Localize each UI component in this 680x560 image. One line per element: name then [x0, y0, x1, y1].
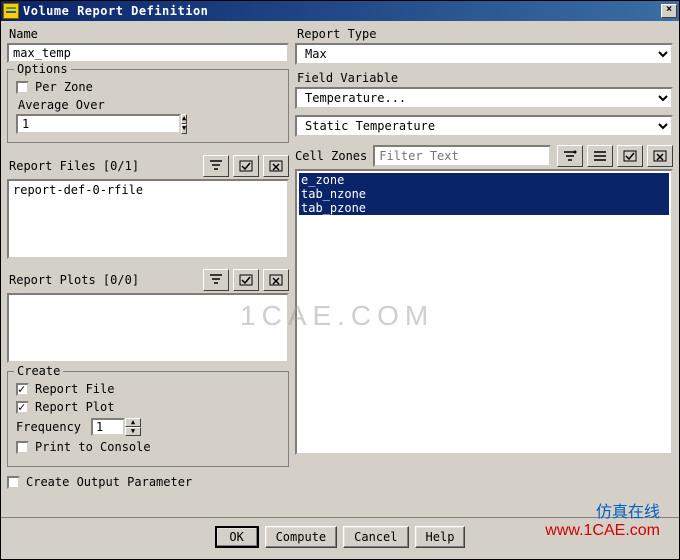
cell-zones-filter-input[interactable] [373, 145, 551, 167]
field-variable-label: Field Variable [297, 71, 673, 85]
cancel-button[interactable]: Cancel [343, 526, 408, 548]
report-plot-label: Report Plot [35, 400, 114, 414]
select-all-icon[interactable] [233, 269, 259, 291]
report-files-list[interactable]: report-def-0-rfile [7, 179, 289, 259]
compute-button[interactable]: Compute [265, 526, 338, 548]
window-title: Volume Report Definition [23, 4, 661, 18]
options-group: Options Per Zone Average Over ▲ ▼ [7, 69, 289, 143]
filter-options-icon[interactable] [557, 145, 583, 167]
ok-button[interactable]: OK [215, 526, 259, 548]
per-zone-label: Per Zone [35, 80, 93, 94]
frequency-input[interactable] [91, 418, 125, 436]
report-files-label: Report Files [0/1] [9, 159, 203, 173]
report-file-checkbox[interactable] [16, 383, 29, 396]
spin-up-icon[interactable]: ▲ [181, 114, 187, 124]
cell-zones-list[interactable]: e_zone tab_nzone tab_pzone [295, 169, 673, 455]
title-bar[interactable]: Volume Report Definition × [1, 1, 679, 21]
average-over-label: Average Over [18, 98, 280, 112]
filter-toggle-icon[interactable] [203, 269, 229, 291]
options-legend: Options [14, 62, 71, 76]
spin-down-icon[interactable]: ▼ [181, 124, 187, 134]
list-item[interactable]: report-def-0-rfile [11, 183, 285, 197]
report-plots-label: Report Plots [0/0] [9, 273, 203, 287]
frequency-label: Frequency [16, 420, 81, 434]
filter-toggle-icon[interactable] [203, 155, 229, 177]
print-to-console-checkbox[interactable] [16, 441, 29, 454]
spin-up-icon[interactable]: ▲ [125, 418, 141, 427]
name-input[interactable] [7, 43, 289, 63]
create-group: Create Report File Report Plot Frequency… [7, 371, 289, 467]
create-output-parameter-checkbox[interactable] [7, 476, 20, 489]
deselect-all-icon[interactable] [647, 145, 673, 167]
deselect-all-icon[interactable] [263, 269, 289, 291]
frequency-spinner[interactable]: ▲ ▼ [91, 418, 141, 436]
deselect-all-icon[interactable] [263, 155, 289, 177]
report-plot-checkbox[interactable] [16, 401, 29, 414]
close-button[interactable]: × [661, 4, 677, 18]
field-variable-select[interactable]: Static Temperature [295, 115, 673, 137]
average-over-input[interactable] [16, 114, 181, 134]
select-all-icon[interactable] [233, 155, 259, 177]
cell-zones-label: Cell Zones [295, 149, 367, 163]
spin-down-icon[interactable]: ▼ [125, 427, 141, 436]
name-label: Name [9, 27, 289, 41]
report-file-label: Report File [35, 382, 114, 396]
report-type-label: Report Type [297, 27, 673, 41]
help-button[interactable]: Help [415, 526, 466, 548]
print-to-console-label: Print to Console [35, 440, 151, 454]
button-bar: OK Compute Cancel Help [1, 517, 679, 552]
average-over-spinner[interactable]: ▲ ▼ [16, 114, 146, 134]
app-icon [3, 3, 19, 19]
report-plots-list[interactable] [7, 293, 289, 363]
sort-icon[interactable] [587, 145, 613, 167]
field-variable-category-select[interactable]: Temperature... [295, 87, 673, 109]
create-output-parameter-label: Create Output Parameter [26, 475, 192, 489]
report-type-select[interactable]: Max [295, 43, 673, 65]
volume-report-dialog: Volume Report Definition × Name Options … [0, 0, 680, 560]
create-legend: Create [14, 364, 63, 378]
select-all-icon[interactable] [617, 145, 643, 167]
list-item[interactable]: e_zone [299, 173, 669, 187]
per-zone-checkbox[interactable] [16, 81, 29, 94]
list-item[interactable]: tab_pzone [299, 201, 669, 215]
list-item[interactable]: tab_nzone [299, 187, 669, 201]
